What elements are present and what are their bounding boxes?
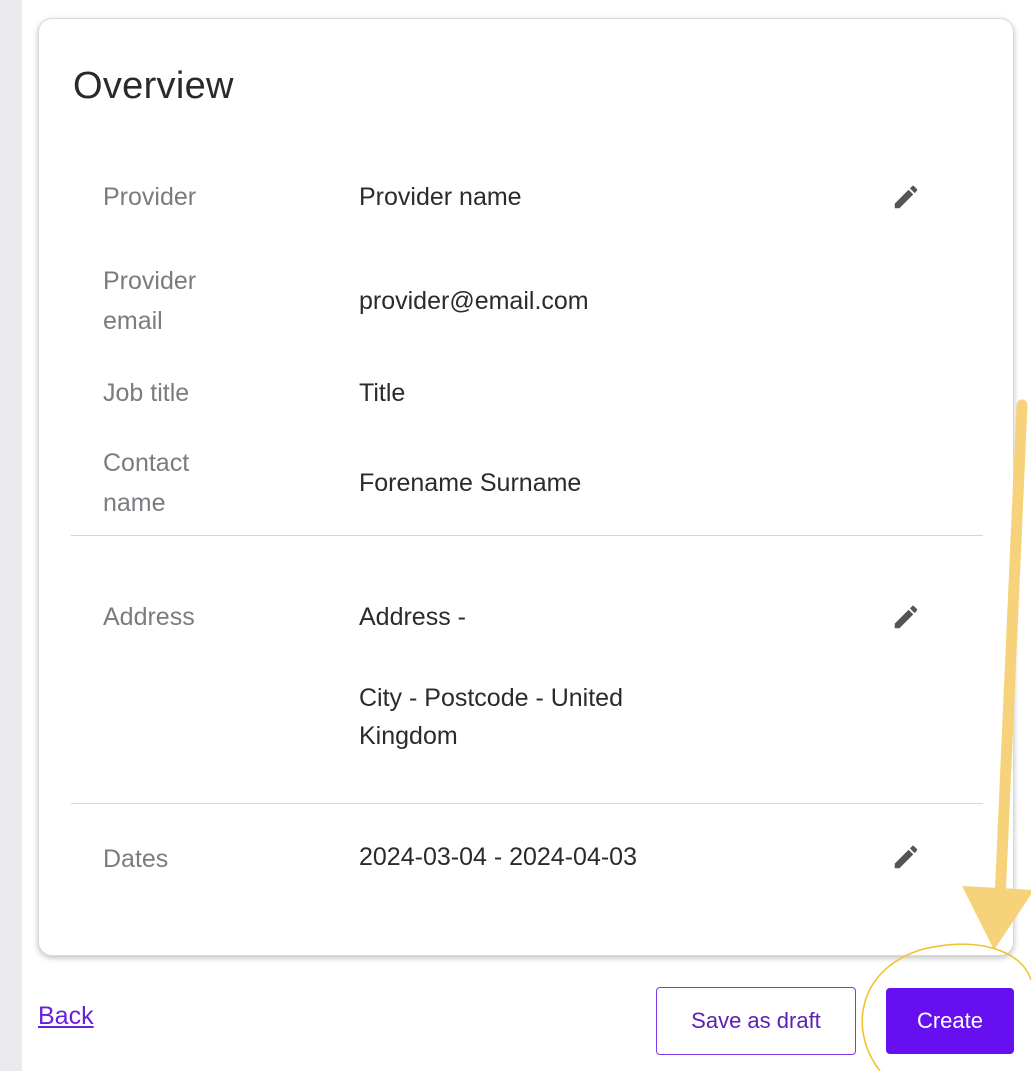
edit-dates-icon[interactable] [891,842,921,872]
provider-email-label: Provider email [103,267,197,335]
edit-address-icon[interactable] [891,602,921,632]
save-as-draft-button[interactable]: Save as draft [656,987,856,1055]
address-label: Address [103,603,195,631]
provider-email-value: provider@email.com [359,287,589,315]
job-title-label: Job title [103,379,190,407]
dates-label: Dates [103,845,169,873]
edit-provider-icon[interactable] [891,182,921,212]
contact-name-value: Forename Surname [359,469,582,497]
job-title-value: Title [359,379,406,407]
card-title: Overview [73,65,234,107]
back-link[interactable]: Back [38,1002,94,1031]
create-button[interactable]: Create [886,988,1014,1054]
divider [71,803,983,804]
overview-card: Overview Provider Provider name Provider… [38,18,1014,956]
contact-name-label: Contact name [103,449,190,517]
provider-value: Provider name [359,183,522,211]
provider-label: Provider [103,183,197,211]
dates-value: 2024-03-04 - 2024-04-03 [359,843,637,871]
divider [71,535,983,536]
address-line2: City - Postcode - United Kingdom [359,684,623,750]
address-line1: Address - [359,603,466,631]
